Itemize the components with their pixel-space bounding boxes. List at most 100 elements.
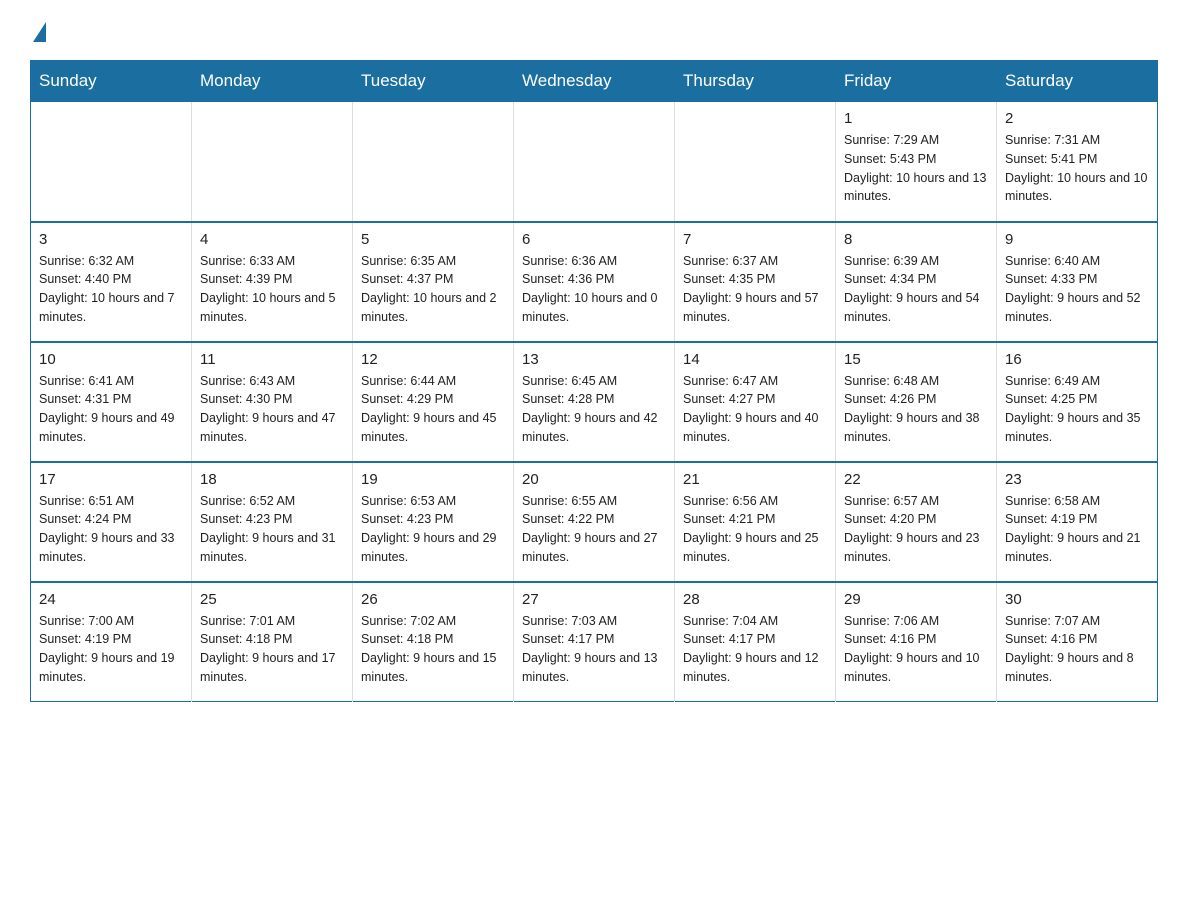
calendar-cell: 12Sunrise: 6:44 AMSunset: 4:29 PMDayligh… <box>353 342 514 462</box>
page-header <box>30 20 1158 42</box>
calendar-week-row: 24 Sunrise: 7:00 AMSunset: 4:19 PMDayligh… <box>31 582 1158 702</box>
logo-triangle-icon <box>33 22 46 42</box>
calendar-header-saturday: Saturday <box>997 61 1158 102</box>
day-info: Sunrise: 6:48 AMSunset: 4:26 PMDaylight:… <box>844 372 988 447</box>
day-number: 22 <box>844 471 988 488</box>
day-info: Sunrise: 6:37 AMSunset: 4:35 PMDaylight:… <box>683 252 827 327</box>
day-number: 19 <box>361 471 505 488</box>
day-info: Sunrise: 6:52 AMSunset: 4:23 PMDaylight:… <box>200 492 344 567</box>
day-info: Sunrise: 6:47 AMSunset: 4:27 PMDaylight:… <box>683 372 827 447</box>
day-number: 15 <box>844 351 988 368</box>
calendar-cell: 13 Sunrise: 6:45 AMSunset: 4:28 PMDayligh… <box>514 342 675 462</box>
calendar-cell: 17 Sunrise: 6:51 AMSunset: 4:24 PMDayligh… <box>31 462 192 582</box>
calendar-cell: 6 Sunrise: 6:36 AMSunset: 4:36 PMDaylight… <box>514 222 675 342</box>
calendar-cell: 2 Sunrise: 7:31 AMSunset: 5:41 PMDaylight… <box>997 102 1158 222</box>
calendar-cell: 5 Sunrise: 6:35 AMSunset: 4:37 PMDaylight… <box>353 222 514 342</box>
day-number: 3 <box>39 231 183 248</box>
day-info: Sunrise: 6:58 AMSunset: 4:19 PMDaylight:… <box>1005 492 1149 567</box>
calendar-cell: 26 Sunrise: 7:02 AMSunset: 4:18 PMDayligh… <box>353 582 514 702</box>
day-number: 20 <box>522 471 666 488</box>
day-number: 25 <box>200 591 344 608</box>
day-number: 18 <box>200 471 344 488</box>
day-number: 30 <box>1005 591 1149 608</box>
day-info: Sunrise: 7:01 AMSunset: 4:18 PMDaylight:… <box>200 612 344 687</box>
day-info: Sunrise: 6:36 AMSunset: 4:36 PMDaylight:… <box>522 252 666 327</box>
calendar-cell: 28 Sunrise: 7:04 AMSunset: 4:17 PMDayligh… <box>675 582 836 702</box>
day-number: 17 <box>39 471 183 488</box>
day-info: Sunrise: 7:00 AMSunset: 4:19 PMDaylight:… <box>39 612 183 687</box>
day-info: Sunrise: 6:41 AMSunset: 4:31 PMDaylight:… <box>39 372 183 447</box>
calendar-header-sunday: Sunday <box>31 61 192 102</box>
calendar-cell: 3 Sunrise: 6:32 AMSunset: 4:40 PMDaylight… <box>31 222 192 342</box>
calendar-cell: 22 Sunrise: 6:57 AMSunset: 4:20 PMDayligh… <box>836 462 997 582</box>
calendar-cell: 29 Sunrise: 7:06 AMSunset: 4:16 PMDayligh… <box>836 582 997 702</box>
day-number: 10 <box>39 351 183 368</box>
day-info: Sunrise: 7:07 AMSunset: 4:16 PMDaylight:… <box>1005 612 1149 687</box>
day-info: Sunrise: 7:29 AMSunset: 5:43 PMDaylight:… <box>844 131 988 206</box>
day-info: Sunrise: 6:40 AMSunset: 4:33 PMDaylight:… <box>1005 252 1149 327</box>
calendar-header-friday: Friday <box>836 61 997 102</box>
day-number: 16 <box>1005 351 1149 368</box>
day-number: 8 <box>844 231 988 248</box>
calendar-cell: 14 Sunrise: 6:47 AMSunset: 4:27 PMDayligh… <box>675 342 836 462</box>
day-info: Sunrise: 6:51 AMSunset: 4:24 PMDaylight:… <box>39 492 183 567</box>
day-info: Sunrise: 7:06 AMSunset: 4:16 PMDaylight:… <box>844 612 988 687</box>
day-number: 28 <box>683 591 827 608</box>
day-info: Sunrise: 6:56 AMSunset: 4:21 PMDaylight:… <box>683 492 827 567</box>
calendar-cell: 18 Sunrise: 6:52 AMSunset: 4:23 PMDayligh… <box>192 462 353 582</box>
day-number: 1 <box>844 110 988 127</box>
day-info: Sunrise: 6:43 AMSunset: 4:30 PMDaylight:… <box>200 372 344 447</box>
day-number: 24 <box>39 591 183 608</box>
calendar-cell: 19 Sunrise: 6:53 AMSunset: 4:23 PMDayligh… <box>353 462 514 582</box>
day-info: Sunrise: 7:31 AMSunset: 5:41 PMDaylight:… <box>1005 131 1149 206</box>
day-number: 14 <box>683 351 827 368</box>
day-number: 21 <box>683 471 827 488</box>
calendar-cell <box>514 102 675 222</box>
calendar-table: SundayMondayTuesdayWednesdayThursdayFrid… <box>30 60 1158 702</box>
day-number: 4 <box>200 231 344 248</box>
day-number: 9 <box>1005 231 1149 248</box>
day-info: Sunrise: 7:04 AMSunset: 4:17 PMDaylight:… <box>683 612 827 687</box>
day-info: Sunrise: 6:39 AMSunset: 4:34 PMDaylight:… <box>844 252 988 327</box>
day-number: 29 <box>844 591 988 608</box>
calendar-cell <box>353 102 514 222</box>
calendar-cell: 20Sunrise: 6:55 AMSunset: 4:22 PMDayligh… <box>514 462 675 582</box>
calendar-cell: 30 Sunrise: 7:07 AMSunset: 4:16 PMDayligh… <box>997 582 1158 702</box>
day-info: Sunrise: 6:44 AMSunset: 4:29 PMDaylight:… <box>361 372 505 447</box>
day-info: Sunrise: 6:53 AMSunset: 4:23 PMDaylight:… <box>361 492 505 567</box>
calendar-header-row: SundayMondayTuesdayWednesdayThursdayFrid… <box>31 61 1158 102</box>
day-info: Sunrise: 6:32 AMSunset: 4:40 PMDaylight:… <box>39 252 183 327</box>
day-number: 5 <box>361 231 505 248</box>
day-info: Sunrise: 6:45 AMSunset: 4:28 PMDaylight:… <box>522 372 666 447</box>
calendar-week-row: 10 Sunrise: 6:41 AMSunset: 4:31 PMDayligh… <box>31 342 1158 462</box>
calendar-header-tuesday: Tuesday <box>353 61 514 102</box>
calendar-header-thursday: Thursday <box>675 61 836 102</box>
calendar-cell: 21 Sunrise: 6:56 AMSunset: 4:21 PMDayligh… <box>675 462 836 582</box>
day-number: 26 <box>361 591 505 608</box>
day-number: 2 <box>1005 110 1149 127</box>
logo <box>30 20 46 42</box>
calendar-cell: 11 Sunrise: 6:43 AMSunset: 4:30 PMDayligh… <box>192 342 353 462</box>
day-number: 6 <box>522 231 666 248</box>
calendar-cell: 10 Sunrise: 6:41 AMSunset: 4:31 PMDayligh… <box>31 342 192 462</box>
day-info: Sunrise: 7:02 AMSunset: 4:18 PMDaylight:… <box>361 612 505 687</box>
calendar-header-wednesday: Wednesday <box>514 61 675 102</box>
calendar-cell: 4 Sunrise: 6:33 AMSunset: 4:39 PMDaylight… <box>192 222 353 342</box>
day-info: Sunrise: 6:35 AMSunset: 4:37 PMDaylight:… <box>361 252 505 327</box>
calendar-cell <box>31 102 192 222</box>
calendar-cell <box>192 102 353 222</box>
calendar-cell: 8 Sunrise: 6:39 AMSunset: 4:34 PMDaylight… <box>836 222 997 342</box>
calendar-cell: 24 Sunrise: 7:00 AMSunset: 4:19 PMDayligh… <box>31 582 192 702</box>
calendar-week-row: 1 Sunrise: 7:29 AMSunset: 5:43 PMDaylight… <box>31 102 1158 222</box>
calendar-cell: 25 Sunrise: 7:01 AMSunset: 4:18 PMDayligh… <box>192 582 353 702</box>
day-info: Sunrise: 7:03 AMSunset: 4:17 PMDaylight:… <box>522 612 666 687</box>
day-number: 7 <box>683 231 827 248</box>
calendar-cell <box>675 102 836 222</box>
day-number: 11 <box>200 351 344 368</box>
calendar-cell: 16Sunrise: 6:49 AMSunset: 4:25 PMDayligh… <box>997 342 1158 462</box>
day-number: 13 <box>522 351 666 368</box>
calendar-cell: 23Sunrise: 6:58 AMSunset: 4:19 PMDayligh… <box>997 462 1158 582</box>
calendar-week-row: 3 Sunrise: 6:32 AMSunset: 4:40 PMDaylight… <box>31 222 1158 342</box>
day-info: Sunrise: 6:33 AMSunset: 4:39 PMDaylight:… <box>200 252 344 327</box>
day-info: Sunrise: 6:57 AMSunset: 4:20 PMDaylight:… <box>844 492 988 567</box>
